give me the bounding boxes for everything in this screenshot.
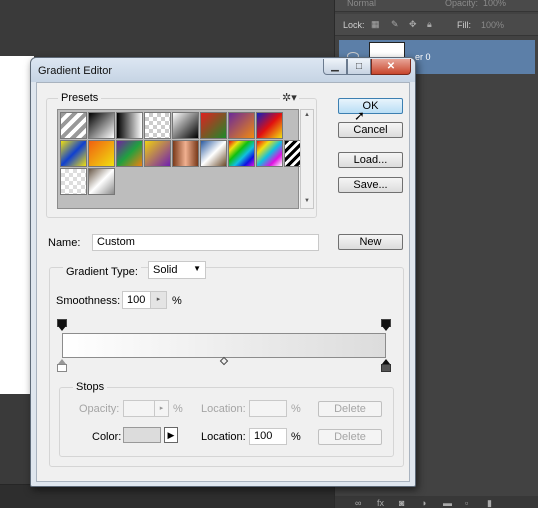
opacity-unit: % xyxy=(173,403,183,415)
lock-row: Lock: ▦ ✎ ✥ 🔒︎ Fill: 100% xyxy=(335,14,538,36)
minimize-icon: ▁ xyxy=(331,61,339,72)
preset-swatch[interactable] xyxy=(200,140,227,167)
preset-swatch[interactable] xyxy=(144,112,171,139)
dialog-body: Presets ✲▾ ▲ ▼ OK ➚ Cancel Load... Save.… xyxy=(36,82,410,482)
color-label: Color: xyxy=(92,431,122,443)
preset-swatch[interactable] xyxy=(256,140,283,167)
preset-swatch[interactable] xyxy=(116,140,143,167)
opacity-location-label: Location: xyxy=(201,403,246,415)
maximize-button[interactable]: □ xyxy=(347,59,371,75)
new-button[interactable]: New xyxy=(338,234,403,250)
gradient-preview-bar[interactable] xyxy=(62,333,386,358)
opacity-label: Opacity: xyxy=(445,0,479,8)
stops-label: Stops xyxy=(73,381,108,393)
chevron-right-icon: ▸ xyxy=(154,401,168,416)
preset-swatch[interactable] xyxy=(256,112,283,139)
preset-swatch[interactable] xyxy=(88,140,115,167)
color-stop-right[interactable] xyxy=(381,359,391,373)
color-location-input[interactable]: 100 xyxy=(249,428,287,445)
save-button[interactable]: Save... xyxy=(338,177,403,193)
preset-swatch[interactable] xyxy=(228,140,255,167)
opacity-stop-right[interactable] xyxy=(381,319,391,331)
close-icon: ✕ xyxy=(386,61,396,72)
gradient-type-select[interactable]: Solid ▼ xyxy=(148,261,206,279)
opacity-label: Opacity: xyxy=(79,403,120,415)
minimize-button[interactable]: ▁ xyxy=(323,59,347,75)
preset-swatch[interactable] xyxy=(60,112,87,139)
delete-color-stop-button: Delete xyxy=(318,429,382,445)
color-menu-arrow-icon[interactable]: ▶ xyxy=(164,427,178,443)
stops-group: Stops xyxy=(59,381,394,457)
layers-panel-footer: ∞ fx ◙ ◑ ▬ ▫ ▮ xyxy=(335,496,538,508)
folder-icon[interactable]: ▬ xyxy=(443,498,452,508)
presets-scrollbar[interactable]: ▲ ▼ xyxy=(300,109,314,209)
maximize-icon: □ xyxy=(355,61,363,72)
gradient-editor-dialog: Gradient Editor ▁ □ ✕ Presets ✲▾ ▲ ▼ OK … xyxy=(30,57,416,487)
delete-opacity-stop-button: Delete xyxy=(318,401,382,417)
status-bar xyxy=(0,484,336,508)
preset-swatch[interactable] xyxy=(200,112,227,139)
preset-swatch[interactable] xyxy=(60,168,87,195)
smoothness-value: 100 xyxy=(127,294,146,306)
preset-swatches xyxy=(57,109,311,209)
cancel-button[interactable]: Cancel xyxy=(338,122,403,138)
preset-swatch[interactable] xyxy=(172,112,199,139)
gear-icon[interactable]: ✲▾ xyxy=(280,91,299,104)
smoothness-input[interactable]: 100 ▸ xyxy=(122,291,167,309)
preset-swatch[interactable] xyxy=(144,140,171,167)
gradient-type-value: Solid xyxy=(153,264,178,276)
preset-swatch[interactable] xyxy=(228,112,255,139)
color-location-unit: % xyxy=(291,431,301,443)
blend-mode-row: Normal Opacity: 100% xyxy=(335,0,538,12)
fill-value[interactable]: 100% xyxy=(481,20,504,30)
color-stop-left[interactable] xyxy=(57,359,67,373)
scroll-down-icon[interactable]: ▼ xyxy=(304,198,310,204)
link-icon[interactable]: ∞ xyxy=(355,498,361,508)
preset-swatch[interactable] xyxy=(88,112,115,139)
lock-position-icon[interactable]: ✥ xyxy=(409,19,417,30)
preset-swatch[interactable] xyxy=(172,140,199,167)
new-layer-icon[interactable]: ▫ xyxy=(465,498,468,508)
mask-icon[interactable]: ◙ xyxy=(399,498,404,508)
fx-icon[interactable]: fx xyxy=(377,498,384,508)
lock-pixels-icon[interactable]: ✎ xyxy=(391,19,399,30)
preset-swatch[interactable] xyxy=(88,168,115,195)
load-button[interactable]: Load... xyxy=(338,152,403,168)
name-label: Name: xyxy=(48,237,81,249)
preset-swatch[interactable] xyxy=(116,112,143,139)
trash-icon[interactable]: ▮ xyxy=(487,498,492,508)
dialog-title: Gradient Editor xyxy=(38,65,112,77)
title-bar[interactable]: Gradient Editor ▁ □ ✕ xyxy=(31,58,415,82)
opacity-input: ▸ xyxy=(123,400,169,417)
opacity-stop-left[interactable] xyxy=(57,319,67,331)
smoothness-unit: % xyxy=(172,295,182,307)
presets-group: Presets ✲▾ ▲ ▼ xyxy=(46,91,317,218)
lock-all-icon[interactable]: 🔒︎ xyxy=(427,19,432,30)
color-location-label: Location: xyxy=(201,431,246,443)
close-button[interactable]: ✕ xyxy=(371,59,411,75)
chevron-right-icon[interactable]: ▸ xyxy=(150,292,166,308)
opacity-value[interactable]: 100% xyxy=(483,0,506,8)
smoothness-label: Smoothness: xyxy=(56,295,121,307)
opacity-location-unit: % xyxy=(291,403,301,415)
document-canvas xyxy=(0,56,34,394)
layer-name[interactable]: er 0 xyxy=(415,52,431,62)
name-input[interactable]: Custom xyxy=(92,234,319,251)
ok-button[interactable]: OK xyxy=(338,98,403,114)
scroll-up-icon[interactable]: ▲ xyxy=(304,112,310,118)
presets-label: Presets xyxy=(58,92,102,104)
lock-transparent-icon[interactable]: ▦ xyxy=(371,19,380,30)
adjustment-icon[interactable]: ◑ xyxy=(421,498,426,508)
lock-label: Lock: xyxy=(343,20,365,30)
gradient-type-label: Gradient Type: xyxy=(63,266,141,278)
blend-mode-select[interactable]: Normal xyxy=(347,0,376,8)
color-swatch[interactable] xyxy=(123,427,161,443)
chevron-down-icon: ▼ xyxy=(193,264,201,273)
preset-swatch[interactable] xyxy=(60,140,87,167)
fill-label: Fill: xyxy=(457,20,471,30)
opacity-location-input xyxy=(249,400,287,417)
